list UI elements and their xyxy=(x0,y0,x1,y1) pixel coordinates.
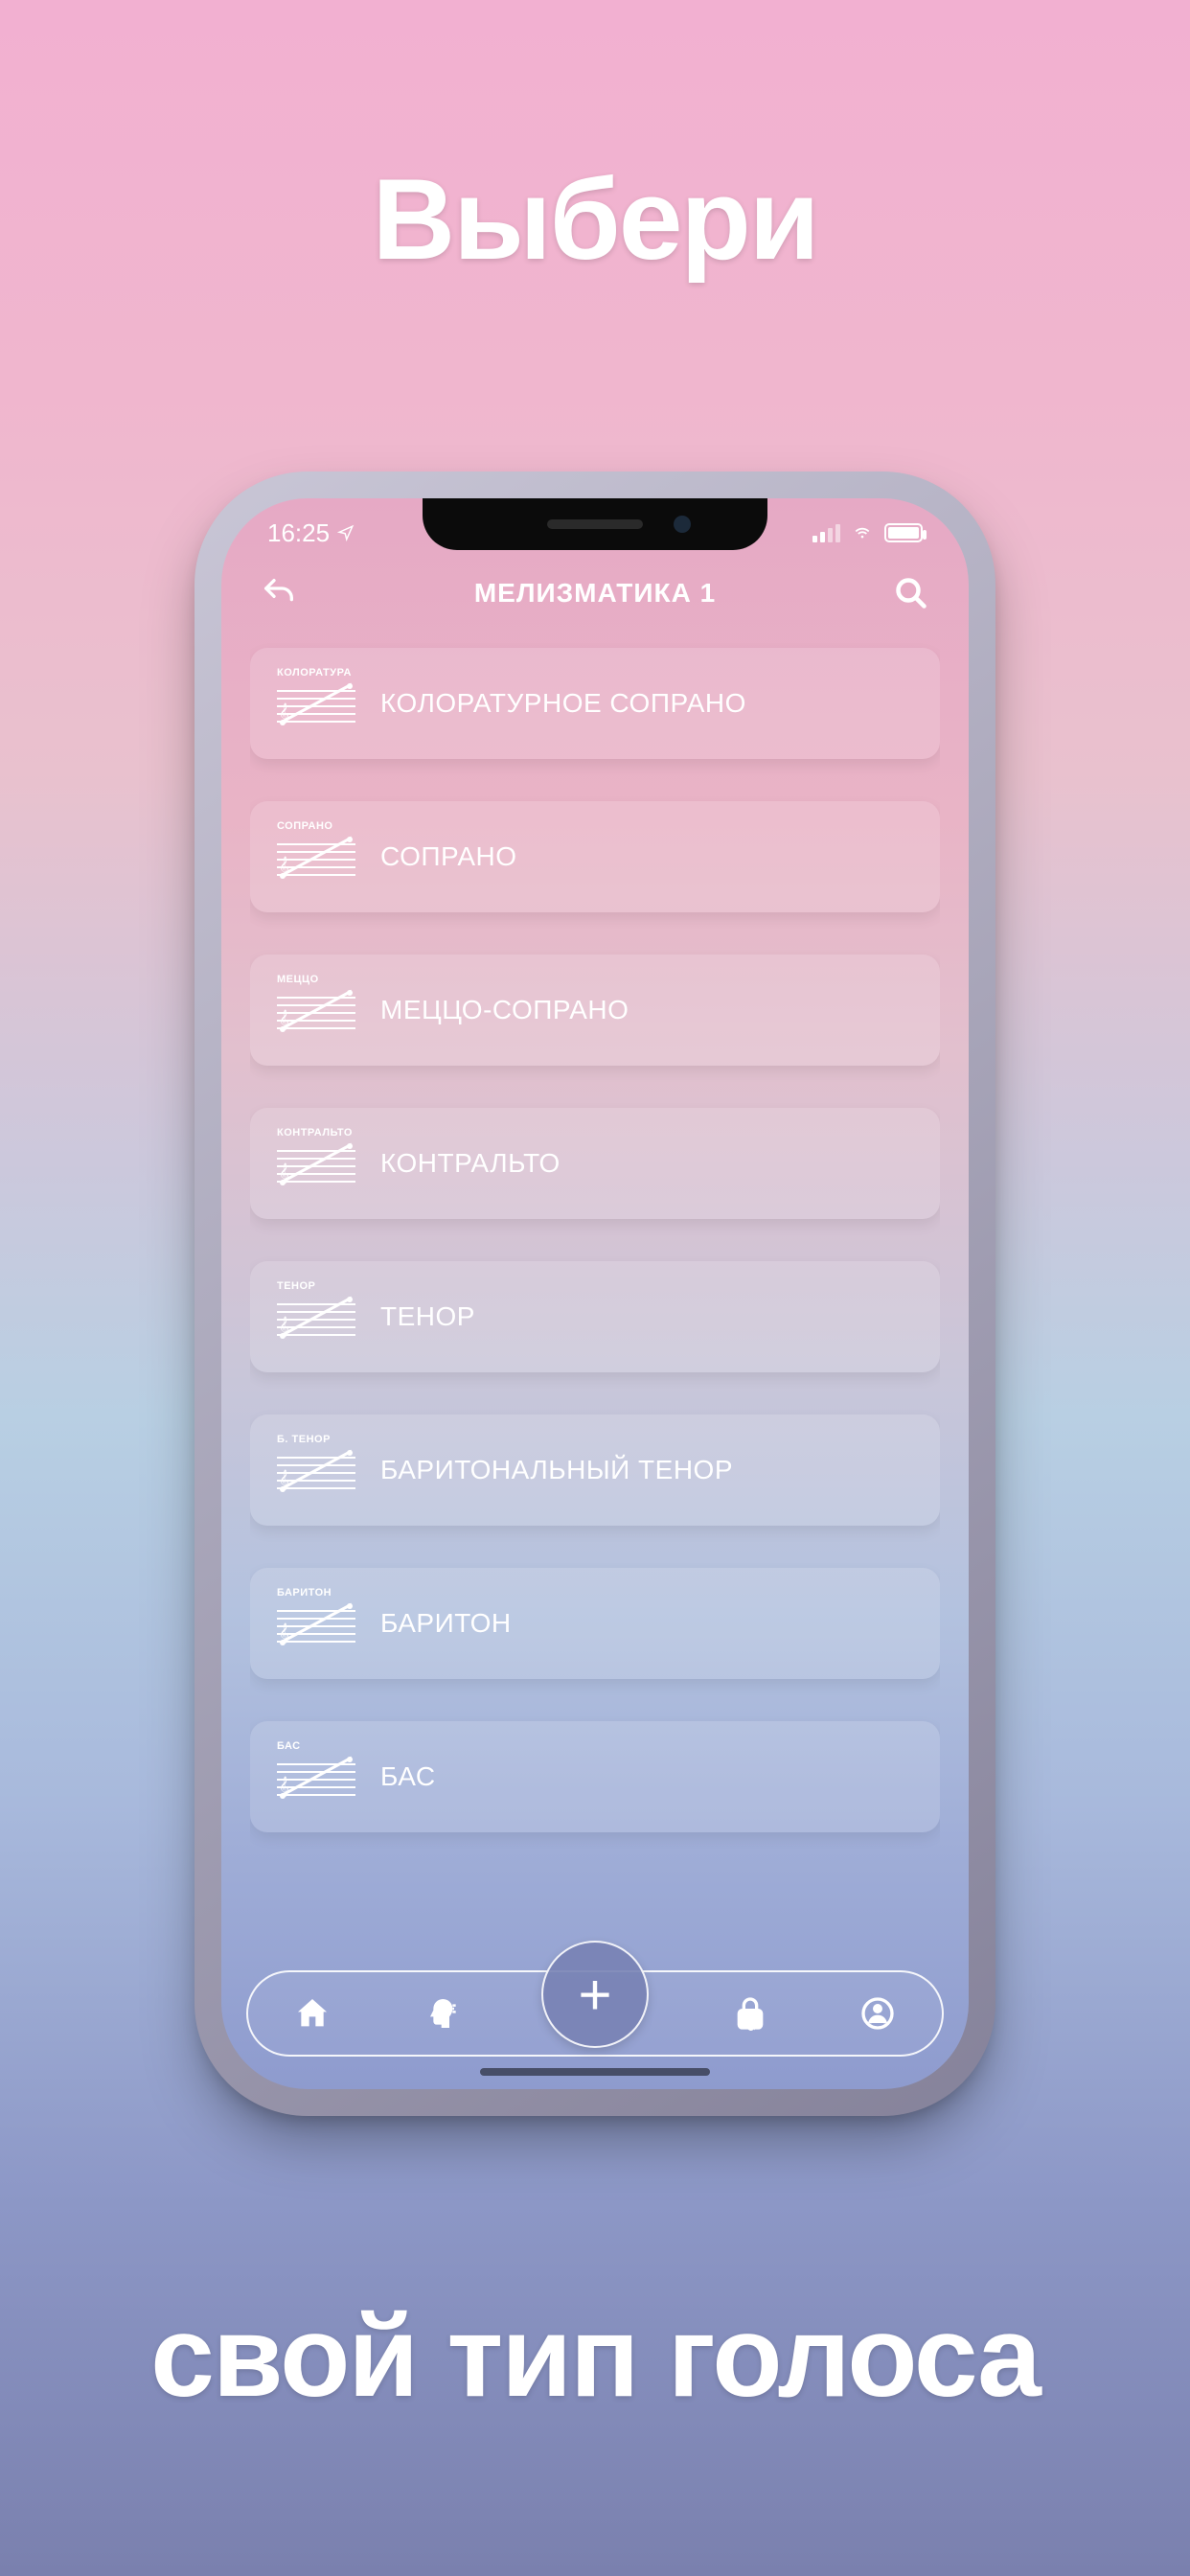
svg-text:𝄞: 𝄞 xyxy=(279,1623,289,1644)
voice-mini-label: БАС xyxy=(277,1740,355,1752)
search-icon xyxy=(894,576,928,610)
music-staff-icon: КОНТРАЛЬТО𝄞 xyxy=(277,1140,355,1186)
voice-mini-label: КОНТРАЛЬТО xyxy=(277,1127,355,1138)
head-voice-icon xyxy=(421,1994,459,2033)
top-bar: МЕЛИЗМАТИКА 1 xyxy=(221,560,969,627)
voice-label: БАРИТОНАЛЬНЫЙ ТЕНОР xyxy=(380,1455,733,1485)
music-staff-icon: КОЛОРАТУРА𝄞 xyxy=(277,680,355,726)
screen-title: МЕЛИЗМАТИКА 1 xyxy=(474,578,716,609)
svg-text:𝄞: 𝄞 xyxy=(279,703,289,724)
lock-clef-icon: 𝄞 xyxy=(731,1994,769,2033)
voice-label: КОЛОРАТУРНОЕ СОПРАНО xyxy=(380,688,746,719)
tab-home[interactable] xyxy=(286,1987,339,2040)
tab-add[interactable]: + xyxy=(541,1941,649,2048)
voice-mini-label: КОЛОРАТУРА xyxy=(277,667,355,678)
voice-label: СОПРАНО xyxy=(380,841,517,872)
reply-arrow-icon xyxy=(260,574,298,612)
voice-list[interactable]: КОЛОРАТУРА𝄞КОЛОРАТУРНОЕ СОПРАНОСОПРАНО𝄞С… xyxy=(250,642,940,1974)
music-staff-icon: МЕЦЦО𝄞 xyxy=(277,987,355,1033)
voice-mini-label: БАРИТОН xyxy=(277,1587,355,1598)
battery-icon xyxy=(884,523,923,542)
tab-bar: + 𝄞 xyxy=(246,1970,944,2057)
svg-text:𝄞: 𝄞 xyxy=(745,2012,754,2030)
voice-label: МЕЦЦО-СОПРАНО xyxy=(380,995,629,1025)
voice-item[interactable]: СОПРАНО𝄞СОПРАНО xyxy=(250,801,940,912)
search-button[interactable] xyxy=(888,570,934,616)
voice-mini-label: СОПРАНО xyxy=(277,820,355,832)
signal-icon xyxy=(812,523,840,542)
tab-voice[interactable] xyxy=(413,1987,467,2040)
back-button[interactable] xyxy=(256,570,302,616)
voice-label: БАРИТОН xyxy=(380,1608,512,1639)
home-icon xyxy=(293,1994,332,2033)
voice-label: ТЕНОР xyxy=(380,1301,475,1332)
voice-item[interactable]: КОЛОРАТУРА𝄞КОЛОРАТУРНОЕ СОПРАНО xyxy=(250,648,940,759)
phone-screen: 16:25 МЕЛИЗМАТИКА 1 КОЛОРАТУРА𝄞КОЛОРАТУР… xyxy=(221,498,969,2089)
promo-heading-bottom: свой тип голоса xyxy=(0,2290,1190,2423)
voice-item[interactable]: БАРИТОН𝄞БАРИТОН xyxy=(250,1568,940,1679)
svg-text:𝄞: 𝄞 xyxy=(279,1777,289,1797)
globe-person-icon xyxy=(858,1994,897,2033)
music-staff-icon: БАС𝄞 xyxy=(277,1754,355,1800)
svg-text:𝄞: 𝄞 xyxy=(279,857,289,877)
svg-text:𝄞: 𝄞 xyxy=(279,1163,289,1184)
voice-mini-label: ТЕНОР xyxy=(277,1280,355,1292)
svg-text:𝄞: 𝄞 xyxy=(279,1317,289,1337)
voice-item[interactable]: ТЕНОР𝄞ТЕНОР xyxy=(250,1261,940,1372)
music-staff-icon: ТЕНОР𝄞 xyxy=(277,1294,355,1340)
music-staff-icon: БАРИТОН𝄞 xyxy=(277,1600,355,1646)
voice-item[interactable]: Б. ТЕНОР𝄞БАРИТОНАЛЬНЫЙ ТЕНОР xyxy=(250,1414,940,1526)
svg-text:𝄞: 𝄞 xyxy=(279,1010,289,1030)
voice-label: КОНТРАЛЬТО xyxy=(380,1148,561,1179)
voice-item[interactable]: БАС𝄞БАС xyxy=(250,1721,940,1832)
music-staff-icon: Б. ТЕНОР𝄞 xyxy=(277,1447,355,1493)
voice-mini-label: МЕЦЦО xyxy=(277,974,355,985)
wifi-icon xyxy=(850,523,875,542)
phone-notch xyxy=(423,498,767,550)
status-time: 16:25 xyxy=(267,518,330,548)
plus-icon: + xyxy=(578,1962,611,2028)
phone-frame: 16:25 МЕЛИЗМАТИКА 1 КОЛОРАТУРА𝄞КОЛОРАТУР… xyxy=(202,479,988,2108)
tab-lock[interactable]: 𝄞 xyxy=(723,1987,777,2040)
voice-item[interactable]: КОНТРАЛЬТО𝄞КОНТРАЛЬТО xyxy=(250,1108,940,1219)
promo-heading-top: Выбери xyxy=(372,153,817,286)
location-icon xyxy=(337,524,355,541)
tab-profile[interactable] xyxy=(851,1987,904,2040)
voice-item[interactable]: МЕЦЦО𝄞МЕЦЦО-СОПРАНО xyxy=(250,954,940,1066)
voice-mini-label: Б. ТЕНОР xyxy=(277,1434,355,1445)
voice-label: БАС xyxy=(380,1761,436,1792)
svg-text:𝄞: 𝄞 xyxy=(279,1470,289,1490)
music-staff-icon: СОПРАНО𝄞 xyxy=(277,834,355,880)
home-indicator[interactable] xyxy=(480,2068,710,2076)
